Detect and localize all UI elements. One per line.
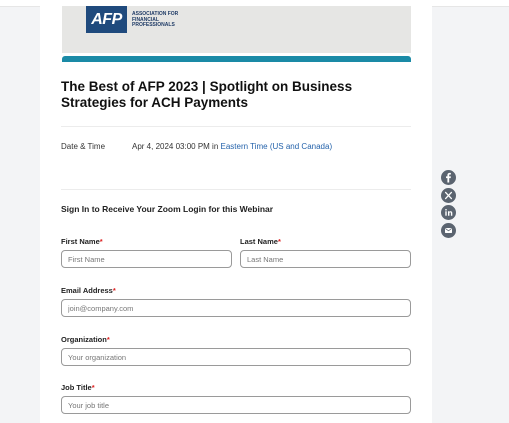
accent-bar [62, 56, 411, 62]
date-time-value: Apr 4, 2024 03:00 PM in Eastern Time (US… [132, 142, 332, 151]
job-title-label: Job Title* [61, 383, 95, 392]
registration-card: AFP ASSOCIATION FOR FINANCIAL PROFESSION… [40, 6, 432, 423]
first-name-label: First Name* [61, 237, 103, 246]
job-title-field[interactable] [61, 396, 411, 414]
required-mark: * [106, 335, 110, 344]
x-icon [444, 191, 453, 200]
afp-logo: AFP [86, 6, 127, 33]
timezone-link[interactable]: Eastern Time (US and Canada) [221, 142, 333, 151]
last-name-label: Last Name* [240, 237, 281, 246]
last-name-field[interactable] [240, 250, 411, 268]
date-time-label: Date & Time [61, 142, 106, 151]
divider [61, 126, 411, 127]
form-heading: Sign In to Receive Your Zoom Login for t… [61, 204, 274, 214]
required-mark: * [112, 286, 116, 295]
date-time-text: Apr 4, 2024 03:00 PM in [132, 142, 221, 151]
email-label-text: Email Address [61, 286, 113, 295]
email-icon [445, 228, 452, 233]
required-mark: * [99, 237, 103, 246]
email-share-button[interactable] [441, 223, 456, 238]
x-share-button[interactable] [441, 188, 456, 203]
last-name-label-text: Last Name [240, 237, 278, 246]
afp-logo-text: ASSOCIATION FOR FINANCIAL PROFESSIONALS [132, 11, 179, 28]
organization-field[interactable] [61, 348, 411, 366]
first-name-field[interactable] [61, 250, 232, 268]
divider [61, 189, 411, 190]
email-field[interactable] [61, 299, 411, 317]
facebook-share-button[interactable] [441, 170, 456, 185]
required-mark: * [91, 383, 95, 392]
organization-label: Organization* [61, 335, 110, 344]
linkedin-icon [445, 208, 453, 216]
event-banner: AFP ASSOCIATION FOR FINANCIAL PROFESSION… [62, 6, 411, 53]
required-mark: * [277, 237, 281, 246]
email-label: Email Address* [61, 286, 116, 295]
linkedin-share-button[interactable] [441, 205, 456, 220]
job-title-label-text: Job Title [61, 383, 92, 392]
organization-label-text: Organization [61, 335, 107, 344]
page-title: The Best of AFP 2023 | Spotlight on Busi… [61, 79, 353, 110]
facebook-icon [446, 172, 451, 183]
first-name-label-text: First Name [61, 237, 100, 246]
